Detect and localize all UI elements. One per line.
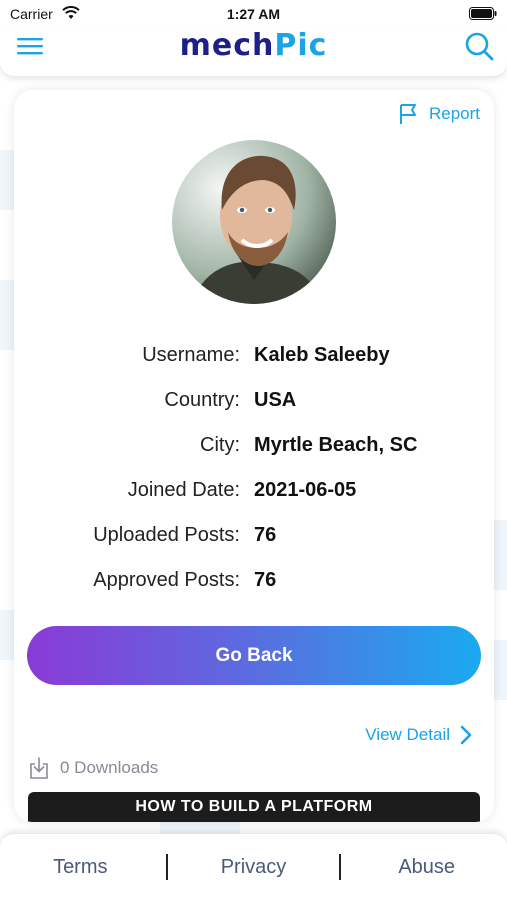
battery-icon	[469, 7, 497, 20]
go-back-button[interactable]: Go Back	[27, 626, 481, 685]
footer-divider	[339, 854, 342, 880]
flag-icon	[399, 104, 416, 124]
app-logo: mechPic	[0, 28, 507, 63]
info-row-country: Country: USA	[14, 389, 494, 419]
view-detail-link[interactable]: View Detail	[365, 724, 474, 746]
joined-date-label: Joined Date:	[127, 479, 240, 501]
footer-link-privacy[interactable]: Privacy	[178, 856, 328, 879]
report-button[interactable]: Report	[397, 102, 480, 126]
approved-posts-value: 76	[254, 569, 277, 591]
country-label: Country:	[164, 389, 240, 411]
status-bar: Carrier 1:27 AM	[0, 0, 507, 28]
city-label: City:	[200, 434, 240, 456]
info-row-username: Username: Kaleb Saleeby	[14, 344, 494, 374]
footer-link-abuse[interactable]: Abuse	[352, 856, 502, 879]
logo-text-pic: Pic	[274, 28, 328, 63]
footer-bar: Terms Privacy Abuse	[0, 834, 507, 900]
avatar-photo	[172, 140, 336, 304]
search-icon[interactable]	[463, 30, 495, 62]
post-title-banner[interactable]: HOW TO BUILD A PLATFORM	[28, 792, 480, 822]
download-icon	[30, 757, 48, 779]
report-label: Report	[428, 104, 480, 123]
downloads-label: 0 Downloads	[60, 758, 159, 777]
approved-posts-label: Approved Posts:	[93, 569, 240, 591]
joined-date-value: 2021-06-05	[254, 479, 357, 501]
info-row-joined-date: Joined Date: 2021-06-05	[14, 479, 494, 509]
chevron-right-icon	[460, 725, 472, 745]
username-value: Kaleb Saleeby	[254, 344, 390, 366]
footer-divider	[165, 854, 168, 880]
uploaded-posts-value: 76	[254, 524, 277, 546]
username-label: Username:	[142, 344, 240, 366]
logo-text-mech: mech	[179, 28, 275, 63]
city-value: Myrtle Beach, SC	[254, 434, 418, 456]
top-navigation-bar: mechPic	[0, 28, 507, 76]
footer-link-terms[interactable]: Terms	[5, 856, 155, 879]
uploaded-posts-label: Uploaded Posts:	[93, 524, 240, 546]
status-time: 1:27 AM	[226, 6, 281, 22]
profile-card: Report Username: Kaleb Saleeby Country: …	[14, 90, 494, 822]
info-row-city: City: Myrtle Beach, SC	[14, 434, 494, 464]
view-detail-label: View Detail	[365, 725, 450, 744]
avatar	[172, 140, 336, 304]
downloads-count: 0 Downloads	[28, 756, 158, 780]
info-row-uploaded-posts: Uploaded Posts: 76	[14, 524, 494, 554]
info-row-approved-posts: Approved Posts: 76	[14, 569, 494, 599]
country-value: USA	[254, 389, 297, 411]
